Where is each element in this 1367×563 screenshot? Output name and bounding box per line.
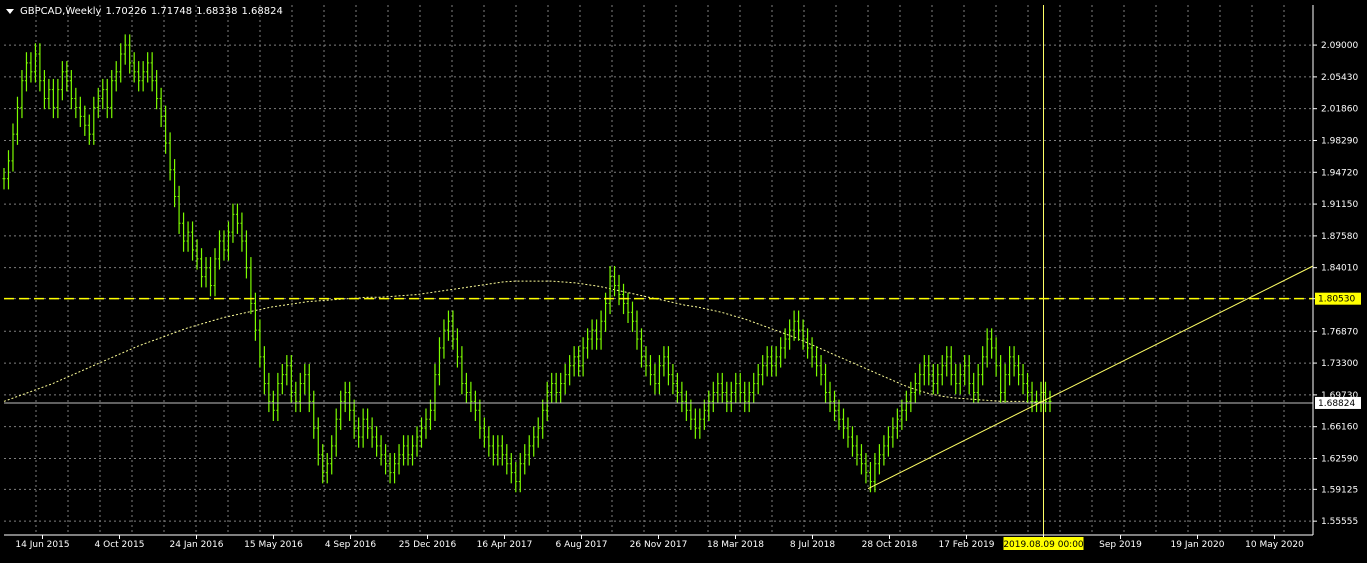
price-chart[interactable]: 2.09000 2.05430 2.01860 1.98290 1.94720 1.911…: [0, 0, 1367, 559]
low-value: 1.68338: [196, 6, 238, 17]
y-tick-label: 1.94720: [1321, 168, 1358, 178]
y-tick-label: 2.05430: [1321, 73, 1358, 83]
y-tick-label: 1.66160: [1321, 423, 1358, 433]
x-tick-label: 6 Aug 2017: [556, 540, 608, 550]
y-tick-label: 1.91150: [1321, 200, 1358, 210]
x-tick-label: 18 Mar 2018: [707, 540, 764, 550]
x-tick-label: 15 May 2016: [244, 540, 303, 550]
x-tick-label: 10 May 2020: [1245, 540, 1304, 550]
y-tick-label: 1.73300: [1321, 359, 1358, 369]
y-tick-label: 1.55555: [1321, 517, 1358, 527]
x-tick-label: 19 Jan 2020: [1171, 540, 1225, 550]
x-tick-label: 24 Jan 2016: [170, 540, 224, 550]
x-tick-label: 17 Feb 2019: [938, 540, 994, 550]
y-tick-label: 1.62590: [1321, 454, 1358, 464]
y-tick-label: 1.98290: [1321, 136, 1358, 146]
chart-legend: GBPCAD,Weekly 1.70226 1.71748 1.68338 1.…: [6, 6, 283, 17]
cursor-date-label: 2019.08.09 00:00: [1003, 540, 1084, 550]
x-tick-label: 25 Dec 2016: [399, 540, 457, 550]
chart-area[interactable]: 2.09000 2.05430 2.01860 1.98290 1.94720 1.911…: [0, 0, 1367, 559]
x-tick-label: 4 Oct 2015: [95, 540, 145, 550]
x-tick-label: 8 Jul 2018: [790, 540, 835, 550]
y-tick-label: 1.87580: [1321, 232, 1358, 242]
y-tick-label: 1.76870: [1321, 327, 1358, 337]
dropdown-triangle-icon[interactable]: [6, 9, 14, 14]
close-value: 1.68824: [241, 6, 283, 17]
x-tick-label: Sep 2019: [1099, 540, 1142, 550]
x-tick-label: 16 Apr 2017: [477, 540, 533, 550]
level-price-label: 1.80530: [1318, 295, 1355, 305]
x-tick-label: 4 Sep 2016: [325, 540, 377, 550]
x-tick-label: 28 Oct 2018: [862, 540, 918, 550]
current-price-label: 1.68824: [1318, 399, 1355, 409]
y-tick-label: 1.84010: [1321, 264, 1358, 274]
x-tick-label: 26 Nov 2017: [630, 540, 688, 550]
symbol-label: GBPCAD,Weekly: [20, 6, 102, 17]
y-tick-label: 2.09000: [1321, 41, 1358, 51]
open-value: 1.70226: [105, 6, 147, 17]
high-value: 1.71748: [150, 6, 193, 17]
x-tick-label: 14 Jun 2015: [15, 540, 69, 550]
y-tick-label: 2.01860: [1321, 105, 1358, 115]
y-tick-label: 1.59125: [1321, 485, 1358, 495]
